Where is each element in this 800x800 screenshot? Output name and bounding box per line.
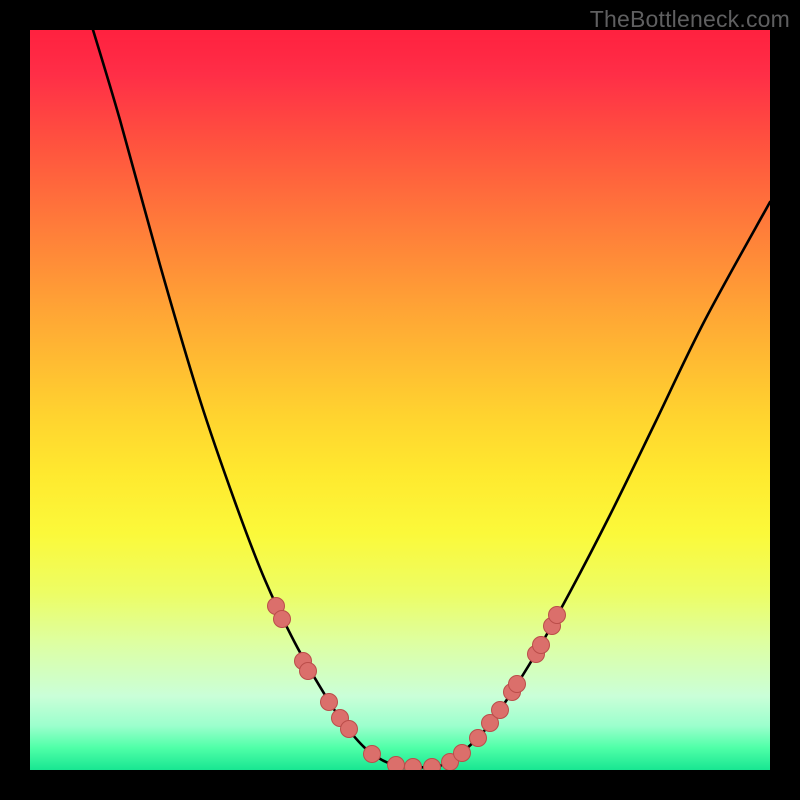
bottleneck-curve (90, 30, 770, 767)
curve-line (90, 30, 770, 767)
curve-svg (30, 30, 770, 770)
data-dot (364, 746, 381, 763)
data-dot (509, 676, 526, 693)
watermark-text: TheBottleneck.com (590, 6, 790, 33)
data-dot (492, 702, 509, 719)
data-dot (341, 721, 358, 738)
data-dots (268, 598, 566, 771)
data-dot (321, 694, 338, 711)
data-dot (405, 759, 422, 771)
data-dot (388, 757, 405, 771)
data-dot (274, 611, 291, 628)
data-dot (300, 663, 317, 680)
plot-area (30, 30, 770, 770)
data-dot (454, 745, 471, 762)
chart-frame: TheBottleneck.com (0, 0, 800, 800)
data-dot (549, 607, 566, 624)
data-dot (533, 637, 550, 654)
data-dot (470, 730, 487, 747)
data-dot (424, 759, 441, 771)
